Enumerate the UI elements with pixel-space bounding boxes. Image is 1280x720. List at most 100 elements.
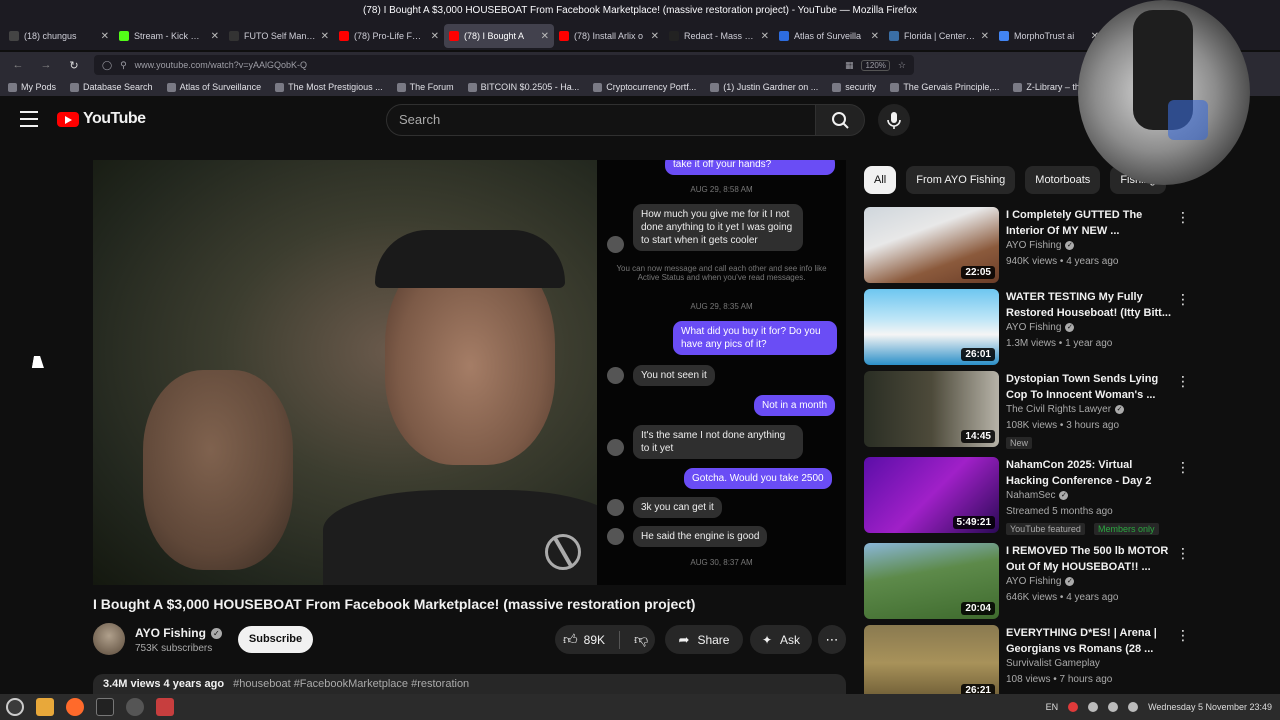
bookmark-item[interactable]: (1) Justin Gardner on ... — [710, 82, 818, 92]
channel-row[interactable]: NahamSec ✓ — [1006, 490, 1069, 501]
bookmark-item[interactable]: security — [832, 82, 876, 92]
network-icon[interactable] — [1108, 702, 1119, 712]
browser-tab[interactable]: (78) Install Arlix o ✕ — [554, 24, 664, 48]
tab-close-icon[interactable]: ✕ — [541, 31, 549, 42]
more-actions-button[interactable]: ⋯ — [818, 625, 846, 654]
browser-tab[interactable]: Redact - Mass Del ✕ — [664, 24, 774, 48]
hashtags[interactable]: #houseboat #FacebookMarketplace #restora… — [233, 678, 469, 690]
video-title[interactable]: NahamCon 2025: Virtual Hacking Conferenc… — [1006, 457, 1171, 489]
tab-close-icon[interactable]: ✕ — [871, 31, 879, 42]
bookmark-item[interactable]: Atlas of Surveillance — [166, 82, 261, 92]
browser-tab[interactable]: (78) Pro-Life Femi ✕ — [334, 24, 444, 48]
volume-icon[interactable] — [1128, 702, 1139, 712]
tab-close-icon[interactable]: ✕ — [761, 31, 769, 42]
video-title[interactable]: EVERYTHING D*ES! | Arena | Georgians vs … — [1006, 625, 1171, 657]
tab-close-icon[interactable]: ✕ — [981, 31, 989, 42]
video-title[interactable]: I Completely GUTTED The Interior Of MY N… — [1006, 207, 1171, 239]
tab-close-icon[interactable]: ✕ — [651, 31, 659, 42]
video-player[interactable]: take it off your hands? AUG 29, 8:58 AM … — [93, 160, 846, 585]
video-thumbnail[interactable]: 14:45 — [864, 371, 999, 447]
back-icon[interactable]: ← — [10, 59, 26, 71]
bookmark-item[interactable]: The Gervais Principle,... — [890, 82, 999, 92]
browser-tab[interactable]: Atlas of Surveilla ✕ — [774, 24, 884, 48]
video-thumbnail[interactable]: 26:01 — [864, 289, 999, 365]
dislike-button[interactable]: 👎︎ — [634, 631, 648, 648]
url-bar[interactable]: ◯ ⚲ www.youtube.com/watch?v=yAAlGQobK-Q … — [94, 55, 914, 75]
recommended-video[interactable]: 5:49:21 NahamCon 2025: Virtual Hacking Co… — [864, 457, 1194, 535]
more-vertical-icon[interactable]: ⋮ — [1176, 373, 1190, 390]
filter-chip[interactable]: All — [864, 166, 897, 194]
channel-row[interactable]: AYO Fishing ✓ — [1006, 240, 1075, 251]
search-input[interactable]: Search — [386, 104, 816, 136]
firefox-icon[interactable] — [66, 698, 84, 716]
browser-tab[interactable]: (78) I Bought A ✕ — [444, 24, 554, 48]
channel-name-row[interactable]: AYO Fishing ✓ — [135, 626, 222, 640]
bookmark-item[interactable]: Cryptocurrency Portf... — [593, 82, 696, 92]
forward-icon[interactable]: → — [38, 59, 54, 71]
channel-name[interactable]: AYO Fishing — [1006, 576, 1061, 587]
browser-tab[interactable]: FUTO Self Managed C ✕ — [224, 24, 334, 48]
more-vertical-icon[interactable]: ⋮ — [1176, 291, 1190, 308]
menu-icon[interactable] — [20, 111, 38, 127]
channel-row[interactable]: AYO Fishing ✓ — [1006, 576, 1075, 587]
video-thumbnail[interactable]: 22:05 — [864, 207, 999, 283]
channel-name[interactable]: The Civil Rights Lawyer — [1006, 404, 1111, 415]
video-thumbnail[interactable]: 5:49:21 — [864, 457, 999, 533]
lock-icon[interactable]: ⚲ — [120, 60, 127, 71]
settings-icon[interactable] — [126, 698, 144, 716]
voice-search-button[interactable] — [878, 104, 910, 136]
tab-close-icon[interactable]: ✕ — [101, 31, 109, 42]
browser-tab[interactable]: Florida | Center or ✕ — [884, 24, 994, 48]
video-thumbnail[interactable]: 20:04 — [864, 543, 999, 619]
more-vertical-icon[interactable]: ⋮ — [1176, 627, 1190, 644]
channel-avatar[interactable] — [93, 623, 125, 655]
browser-tab[interactable]: (18) chungus ✕ — [4, 24, 114, 48]
youtube-logo[interactable]: YouTube — [57, 110, 146, 128]
channel-name[interactable]: Survivalist Gameplay — [1006, 658, 1100, 669]
reader-icon[interactable]: ▦ — [845, 60, 854, 71]
bookmark-item[interactable]: The Forum — [396, 82, 454, 92]
video-title[interactable]: Dystopian Town Sends Lying Cop To Innoce… — [1006, 371, 1171, 403]
bookmark-item[interactable]: BITCOIN $0.2505 - Ha... — [467, 82, 579, 92]
shield-tray-icon[interactable] — [1088, 702, 1099, 712]
tab-close-icon[interactable]: ✕ — [211, 31, 219, 42]
keyboard-language[interactable]: EN — [1046, 702, 1059, 712]
subscribe-button[interactable]: Subscribe — [238, 626, 313, 653]
channel-name[interactable]: AYO Fishing — [1006, 322, 1061, 333]
video-title[interactable]: WATER TESTING My Fully Restored Houseboa… — [1006, 289, 1171, 321]
channel-row[interactable]: AYO Fishing ✓ — [1006, 322, 1075, 333]
more-vertical-icon[interactable]: ⋮ — [1176, 459, 1190, 476]
video-thumbnail[interactable]: 26:21 — [864, 625, 999, 701]
bookmark-star-icon[interactable]: ☆ — [898, 60, 906, 71]
red-hat-icon[interactable] — [1068, 702, 1079, 712]
clock[interactable]: Wednesday 5 November 23:49 — [1148, 702, 1272, 712]
app-icon[interactable] — [156, 698, 174, 716]
search-button[interactable] — [815, 104, 865, 136]
reload-icon[interactable]: ↻ — [66, 59, 82, 72]
channel-row[interactable]: Survivalist Gameplay — [1006, 658, 1100, 669]
channel-name[interactable]: NahamSec — [1006, 490, 1055, 501]
like-button[interactable]: 👍︎ 89K — [563, 631, 605, 648]
url-text[interactable]: www.youtube.com/watch?v=yAAlGQobK-Q — [135, 60, 837, 70]
share-button[interactable]: ➦ Share — [665, 625, 743, 654]
channel-row[interactable]: The Civil Rights Lawyer ✓ — [1006, 404, 1125, 415]
video-title[interactable]: I REMOVED The 500 lb MOTOR Out Of My HOU… — [1006, 543, 1171, 575]
shield-icon[interactable]: ◯ — [102, 60, 112, 71]
recommended-video[interactable]: 22:05 I Completely GUTTED The Interior Of… — [864, 207, 1194, 285]
recommended-video[interactable]: 14:45 Dystopian Town Sends Lying Cop To I… — [864, 371, 1194, 449]
terminal-icon[interactable] — [96, 698, 114, 716]
recommended-video[interactable]: 20:04 I REMOVED The 500 lb MOTOR Out Of M… — [864, 543, 1194, 621]
channel-name[interactable]: AYO Fishing — [1006, 240, 1061, 251]
recommended-video[interactable]: 26:01 WATER TESTING My Fully Restored Hou… — [864, 289, 1194, 367]
filter-chip[interactable]: Motorboats — [1025, 166, 1101, 194]
bookmark-item[interactable]: The Most Prestigious ... — [275, 82, 383, 92]
filter-chip[interactable]: From AYO Fishing — [906, 166, 1016, 194]
browser-tab[interactable]: MorphoTrust ai✕ — [994, 24, 1104, 48]
bookmark-item[interactable]: My Pods — [8, 82, 56, 92]
file-manager-icon[interactable] — [36, 698, 54, 716]
channel-name[interactable]: AYO Fishing — [135, 626, 206, 640]
tab-close-icon[interactable]: ✕ — [321, 31, 329, 42]
more-vertical-icon[interactable]: ⋮ — [1176, 545, 1190, 562]
start-menu-icon[interactable] — [6, 698, 24, 716]
bookmark-item[interactable]: Database Search — [70, 82, 153, 92]
